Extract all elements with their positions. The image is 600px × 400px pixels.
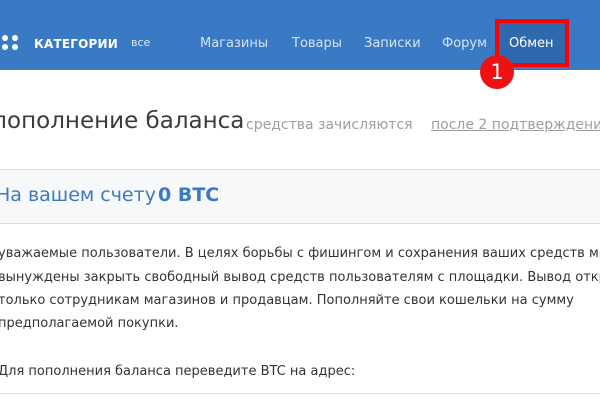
confirmations-link[interactable]: после 2 подтверждений [431,117,600,133]
section-divider [0,393,600,394]
notice-line: предполагаемой покупки. [0,316,179,331]
nav-item-goods[interactable]: Товары [292,36,342,51]
nav-item-shops[interactable]: Магазины [200,36,268,51]
categories-all-link[interactable]: все [131,36,150,49]
page-title: пополнение баланса [0,108,245,134]
nav-item-forum[interactable]: Форум [442,36,487,51]
balance-amount: 0 BTC [158,184,220,206]
nav-item-exchange[interactable]: Обмен [509,36,554,51]
balance-label: На вашем счету [0,184,156,206]
step-marker-badge: 1 [480,55,514,89]
deposit-instruction: Для пополнения баланса переведите BTC на… [0,364,356,379]
notice-line: уважаемые пользователи. В целях борьбы с… [0,246,600,261]
page-subtitle: средства зачисляются [246,117,413,133]
nav-item-notes[interactable]: Записки [364,36,421,51]
categories-grid-icon[interactable] [2,35,22,51]
categories-menu-label[interactable]: КАТЕГОРИИ [34,37,118,51]
notice-line: только сотрудникам магазинов и продавцам… [0,293,574,308]
notice-line: вынуждены закрыть свободный вывод средст… [0,270,600,285]
